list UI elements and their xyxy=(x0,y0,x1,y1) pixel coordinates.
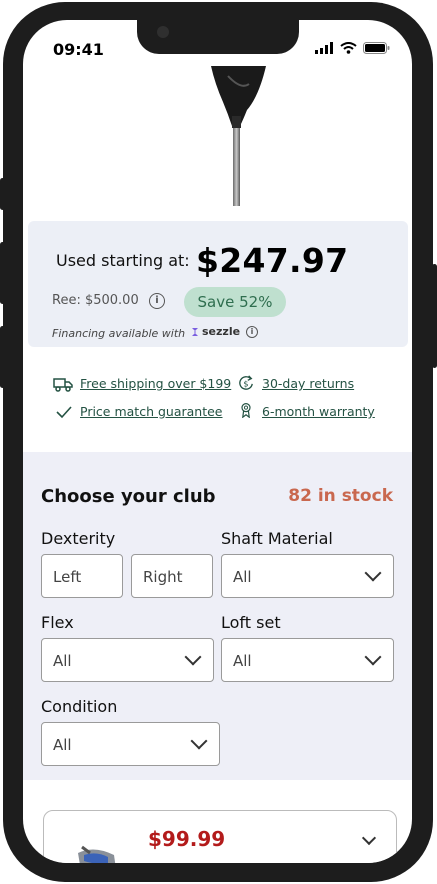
shaft-material-value: All xyxy=(233,568,252,586)
ree-price: Ree: $500.00 xyxy=(52,293,139,308)
dexterity-left-label: Left xyxy=(53,568,82,586)
volume-down-button xyxy=(0,326,5,388)
chevron-down-icon[interactable] xyxy=(361,830,377,846)
power-button xyxy=(432,264,437,368)
loft-set-value: All xyxy=(233,652,252,670)
product-image xyxy=(23,66,412,206)
dexterity-left-option[interactable]: Left xyxy=(41,554,123,598)
listing-price: $99.99 xyxy=(148,827,226,851)
chevron-down-icon xyxy=(364,648,382,666)
perk-price-match-link[interactable]: Price match guarantee xyxy=(80,404,223,419)
mute-switch xyxy=(0,178,5,210)
camera xyxy=(157,26,169,38)
volume-up-button xyxy=(0,242,5,304)
financing-text: Financing available with xyxy=(52,327,186,340)
sezzle-mark-icon xyxy=(192,327,198,336)
used-price: $247.97 xyxy=(196,241,349,280)
save-badge: Save 52% xyxy=(184,287,286,317)
financing-info-icon[interactable]: i xyxy=(246,326,258,338)
ree-info-icon[interactable]: i xyxy=(149,293,165,309)
ribbon-icon xyxy=(241,403,251,418)
perk-free-shipping-link[interactable]: Free shipping over $199 xyxy=(80,376,231,391)
shaft-material-label: Shaft Material xyxy=(221,529,333,548)
svg-text:$: $ xyxy=(243,380,248,389)
stock-count: 82 in stock xyxy=(288,486,393,506)
shaft-material-select[interactable]: All xyxy=(221,554,394,598)
loft-set-select[interactable]: All xyxy=(221,638,394,682)
returns-icon: $ xyxy=(239,375,253,390)
flex-select[interactable]: All xyxy=(41,638,214,682)
chevron-down-icon xyxy=(190,732,208,750)
dexterity-right-label: Right xyxy=(143,568,183,586)
condition-value: All xyxy=(53,736,72,754)
perk-warranty-link[interactable]: 6-month warranty xyxy=(262,404,375,419)
flex-label: Flex xyxy=(41,613,74,632)
screen: 09:41 Used starting at: $247.97 Ree: $50… xyxy=(23,20,412,863)
cellular-signal-icon xyxy=(315,42,333,54)
used-price-label: Used starting at: xyxy=(56,251,190,270)
condition-label: Condition xyxy=(41,697,118,716)
status-bar: 09:41 xyxy=(53,38,390,60)
price-card: Used starting at: $247.97 Ree: $500.00 i… xyxy=(28,221,408,347)
sezzle-logo: sezzle xyxy=(190,325,240,338)
wifi-icon xyxy=(340,42,357,54)
choose-club-section: Choose your club 82 in stock Dexterity L… xyxy=(23,452,412,780)
battery-icon xyxy=(363,42,390,54)
check-icon xyxy=(56,406,72,419)
loft-set-label: Loft set xyxy=(221,613,281,632)
dexterity-right-option[interactable]: Right xyxy=(131,554,213,598)
chevron-down-icon xyxy=(364,564,382,582)
condition-select[interactable]: All xyxy=(41,722,220,766)
sezzle-brand: sezzle xyxy=(202,325,241,338)
flex-value: All xyxy=(53,652,72,670)
dexterity-label: Dexterity xyxy=(41,529,116,548)
choose-club-title: Choose your club xyxy=(41,486,216,507)
chevron-down-icon xyxy=(184,648,202,666)
status-time: 09:41 xyxy=(53,40,104,59)
perk-returns-link[interactable]: 30-day returns xyxy=(262,376,354,391)
club-thumbnail xyxy=(78,845,116,863)
truck-icon xyxy=(53,378,73,392)
listing-card[interactable]: $99.99 xyxy=(43,810,397,863)
